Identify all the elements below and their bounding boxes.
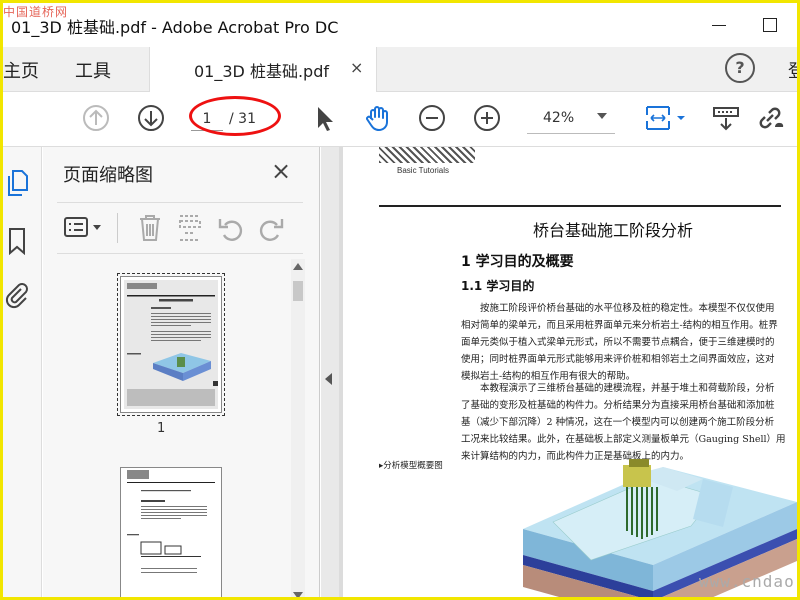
paragraph-line: 本教程演示了三维桥台基础的建模流程，并基于堆土和荷载阶段，分析 xyxy=(480,383,775,394)
tab-document-label: 01_3D 桩基础.pdf xyxy=(194,62,329,81)
figure-caption: ▸分析模型概要图 xyxy=(379,461,443,471)
toolbar: 1 / 31 42% xyxy=(3,92,797,147)
tab-bar: 主页 工具 01_3D 桩基础.pdf × ? 登 xyxy=(3,47,797,92)
link-icon[interactable] xyxy=(755,103,785,133)
paragraph-line: 按施工阶段评价桥台基础的水平位移及桩的稳定性。本模型不仅仅使用 xyxy=(480,303,775,314)
paragraph-line: 工况来比较结果。此外，在基础板上部定义测量板单元（Gauging Shell）用 xyxy=(461,434,785,445)
thumbnail-page-1[interactable] xyxy=(117,273,225,416)
document-title: 桥台基础施工阶段分析 xyxy=(533,221,694,240)
paragraph-line: 了基础的变形及桩基础的构件力。分析结果分为直接采用桥台基础和添加桩 xyxy=(461,400,775,411)
tab-tools[interactable]: 工具 xyxy=(75,57,111,83)
zoom-out-icon[interactable] xyxy=(417,103,447,133)
keyboard-icon[interactable] xyxy=(711,103,741,133)
thumbnail-list: 1 xyxy=(43,259,291,597)
page-up-icon[interactable] xyxy=(81,103,111,133)
section-heading: 1 学习目的及概要 xyxy=(461,254,574,270)
page-thumbnails-icon[interactable] xyxy=(7,169,29,197)
thumbnail-page-1-preview xyxy=(124,280,218,409)
bookmark-icon[interactable] xyxy=(7,227,27,255)
paragraph-line: 使用；同时桩界面单元形式能够用来评价桩和相邻岩土之间界面效应，这对 xyxy=(461,354,775,365)
panel-collapse-bar[interactable] xyxy=(321,147,339,597)
attachment-icon[interactable] xyxy=(5,281,29,311)
fit-page-icon[interactable] xyxy=(643,103,689,133)
scroll-down-icon[interactable] xyxy=(293,592,303,597)
page-down-icon[interactable] xyxy=(136,103,166,133)
hand-tool-icon[interactable] xyxy=(363,103,393,133)
paragraph-line: 基（减少下部沉降）2 种情况，这在一个模型内可以创建两个施工阶段分析 xyxy=(461,417,775,428)
chevron-down-icon xyxy=(597,113,607,119)
acrobat-window: 中国道桥网 01_3D 桩基础.pdf - Adobe Acrobat Pro … xyxy=(0,0,800,600)
maximize-button[interactable] xyxy=(757,12,783,38)
pdf-page: Basic Tutorials 桥台基础施工阶段分析 1 学习目的及概要 1.1… xyxy=(343,147,797,597)
options-menu-icon[interactable] xyxy=(63,215,105,241)
rotate-right-icon[interactable] xyxy=(257,213,285,243)
thumbnail-page-2[interactable] xyxy=(120,467,222,597)
minimize-button[interactable] xyxy=(706,12,732,38)
thumbnail-label-1: 1 xyxy=(157,421,166,436)
thumbnail-page-2-preview xyxy=(127,470,215,573)
rotate-left-icon[interactable] xyxy=(217,213,245,243)
header-rule xyxy=(379,205,781,207)
zoom-value: 42% xyxy=(543,110,575,126)
subsection-heading: 1.1 学习目的 xyxy=(461,279,535,293)
header-hatch xyxy=(379,147,475,163)
thumbnail-scrollbar[interactable] xyxy=(291,259,305,597)
thumbnails-panel: 页面缩略图 × 1 xyxy=(43,147,320,597)
sign-in-link[interactable]: 登 xyxy=(788,57,797,83)
zoom-select[interactable]: 42% xyxy=(527,105,615,134)
paragraph-line: 面单元类似于植入式梁单元形式，所以不需要节点耦合，便于三维建模时的 xyxy=(461,337,775,348)
title-bar: 中国道桥网 01_3D 桩基础.pdf - Adobe Acrobat Pro … xyxy=(3,3,797,47)
site-watermark: www.cndao.com xyxy=(699,572,797,591)
red-annotation-oval xyxy=(189,96,281,136)
left-rail xyxy=(3,147,42,597)
tab-document[interactable]: 01_3D 桩基础.pdf × xyxy=(149,47,377,92)
toolbar-divider xyxy=(117,213,118,243)
scroll-thumb[interactable] xyxy=(293,281,303,301)
document-view[interactable]: Basic Tutorials 桥台基础施工阶段分析 1 学习目的及概要 1.1… xyxy=(339,147,797,597)
tab-close-icon[interactable]: × xyxy=(350,58,363,77)
header-tag: Basic Tutorials xyxy=(397,166,450,175)
panel-toolbar xyxy=(57,202,303,254)
scroll-up-icon[interactable] xyxy=(293,263,303,270)
extract-pages-icon[interactable] xyxy=(177,213,203,243)
panel-close-icon[interactable]: × xyxy=(271,157,291,185)
paragraph-1: 按施工阶段评价桥台基础的水平位移及桩的稳定性。本模型不仅仅使用 相对简单的梁单元… xyxy=(461,300,785,385)
zoom-in-icon[interactable] xyxy=(472,103,502,133)
panel-title: 页面缩略图 xyxy=(63,165,153,186)
window-title: 01_3D 桩基础.pdf - Adobe Acrobat Pro DC xyxy=(11,18,339,37)
trash-icon[interactable] xyxy=(137,213,163,243)
tab-home[interactable]: 主页 xyxy=(3,57,39,83)
select-arrow-icon[interactable] xyxy=(309,103,339,133)
collapse-arrow-icon[interactable] xyxy=(325,373,332,385)
paragraph-line: 相对简单的梁单元，而且采用桩界面单元来分析岩土-结构的相互作用。桩界 xyxy=(461,320,778,331)
help-icon[interactable]: ? xyxy=(725,53,755,83)
